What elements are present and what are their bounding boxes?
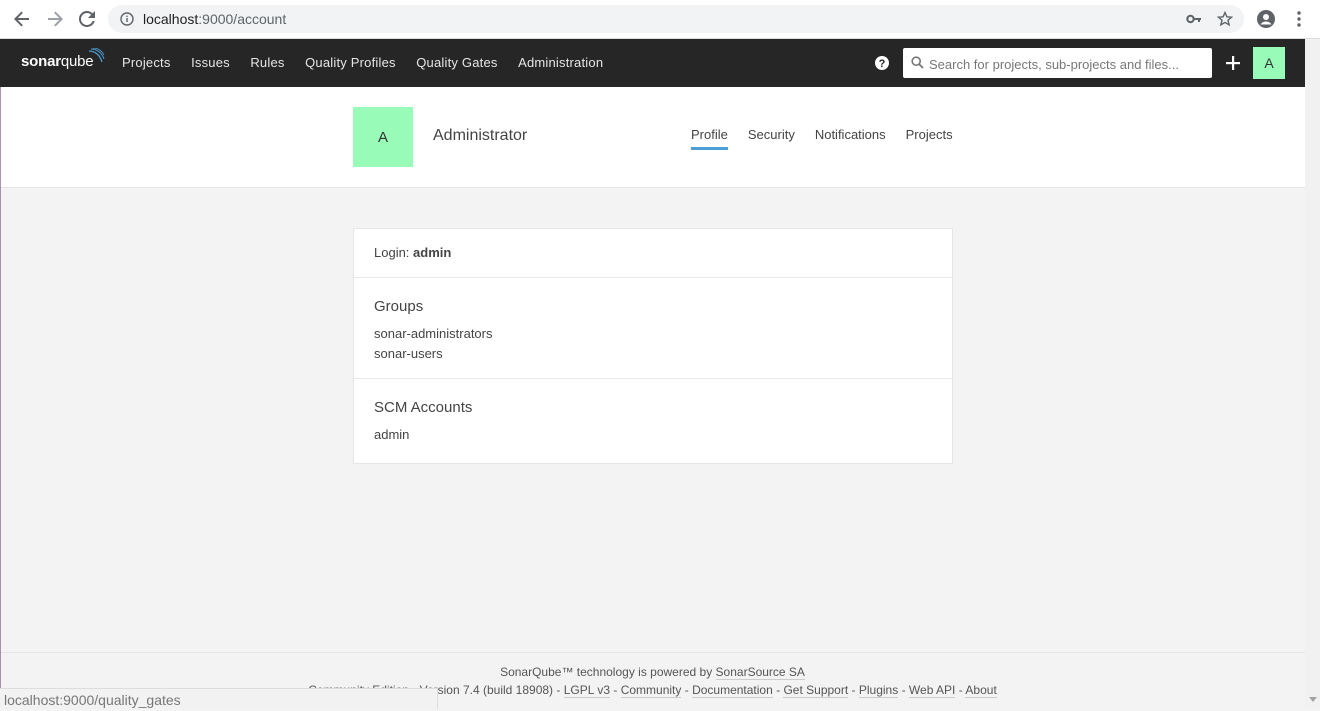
window-edge (0, 87, 1, 709)
account-avatar: A (353, 107, 413, 167)
forward-icon[interactable] (45, 9, 65, 29)
tab-projects[interactable]: Projects (906, 127, 953, 148)
group-item: sonar-users (374, 346, 443, 361)
separator: - (556, 683, 561, 697)
logo-waves-icon (87, 47, 105, 70)
account-tabs: Profile Security Notifications Projects (691, 127, 973, 150)
separator: - (851, 683, 856, 697)
account-header: A Administrator Profile Security Notific… (0, 87, 1305, 188)
menu-projects[interactable]: Projects (122, 39, 171, 87)
create-plus-icon[interactable] (1224, 54, 1242, 72)
groups-section: Groups sonar-administrators sonar-users (354, 278, 952, 379)
separator: - (958, 683, 963, 697)
tab-notifications[interactable]: Notifications (815, 127, 886, 148)
footer-link-support[interactable]: Get Support (783, 683, 849, 698)
login-value: admin (413, 245, 452, 260)
account-name: Administrator (433, 127, 528, 144)
url-text: localhost:9000/account (143, 11, 286, 27)
separator: - (684, 683, 689, 697)
login-label: Login: (374, 245, 410, 260)
svg-text:?: ? (879, 58, 886, 70)
powered-text: SonarQube™ technology is powered by (500, 665, 713, 679)
footer-link-webapi[interactable]: Web API (908, 683, 956, 698)
footer-link-documentation[interactable]: Documentation (692, 683, 773, 698)
footer-link-license[interactable]: LGPL v3 (563, 683, 610, 698)
user-avatar[interactable]: A (1253, 47, 1285, 79)
footer-powered: SonarQube™ technology is powered by Sona… (0, 663, 1305, 681)
main-menu: Projects Issues Rules Quality Profiles Q… (122, 39, 624, 87)
back-icon[interactable] (12, 9, 32, 29)
menu-quality-gates[interactable]: Quality Gates (416, 39, 497, 87)
status-bar-url: localhost:9000/quality_gates (0, 688, 438, 709)
version-text: Version 7.4 (build 18908) (419, 683, 554, 697)
tab-profile[interactable]: Profile (691, 127, 728, 150)
scroll-down-arrow-icon[interactable] (1309, 697, 1317, 702)
logo-text-bold: sonar (21, 53, 61, 70)
scm-section: SCM Accounts admin (354, 379, 952, 463)
groups-title: Groups (374, 298, 424, 315)
global-search (903, 48, 1212, 80)
key-icon[interactable] (1186, 12, 1202, 31)
tab-security[interactable]: Security (748, 127, 795, 148)
menu-rules[interactable]: Rules (250, 39, 284, 87)
page-scrollbar[interactable] (1305, 39, 1320, 709)
menu-kebab-icon[interactable] (1289, 9, 1309, 29)
scm-account-item: admin (374, 427, 410, 442)
separator: - (776, 683, 781, 697)
profile-card: Login: admin Groups sonar-administrators… (353, 228, 953, 464)
menu-quality-profiles[interactable]: Quality Profiles (305, 39, 396, 87)
star-icon[interactable] (1216, 10, 1234, 32)
group-item: sonar-administrators (374, 326, 493, 341)
address-bar[interactable]: localhost:9000/account (108, 5, 1244, 33)
menu-issues[interactable]: Issues (191, 39, 230, 87)
search-input[interactable] (927, 48, 1209, 80)
separator: - (613, 683, 618, 697)
login-section: Login: admin (354, 229, 952, 278)
search-icon (911, 56, 924, 74)
footer-link-about[interactable]: About (965, 683, 997, 698)
url-path: :9000/account (198, 11, 287, 27)
scm-title: SCM Accounts (374, 399, 473, 416)
footer-link-community[interactable]: Community (620, 683, 682, 698)
help-icon[interactable]: ? (874, 55, 890, 71)
browser-toolbar: localhost:9000/account (0, 0, 1320, 39)
account-icon[interactable] (1256, 9, 1276, 29)
footer-link-plugins[interactable]: Plugins (858, 683, 899, 698)
separator: - (901, 683, 906, 697)
reload-icon[interactable] (77, 9, 97, 29)
sonarqube-logo[interactable]: sonarqube (21, 47, 105, 70)
url-host: localhost (143, 11, 199, 27)
menu-administration[interactable]: Administration (518, 39, 603, 87)
info-icon[interactable] (120, 12, 134, 31)
sonarsource-link[interactable]: SonarSource SA (715, 665, 805, 680)
